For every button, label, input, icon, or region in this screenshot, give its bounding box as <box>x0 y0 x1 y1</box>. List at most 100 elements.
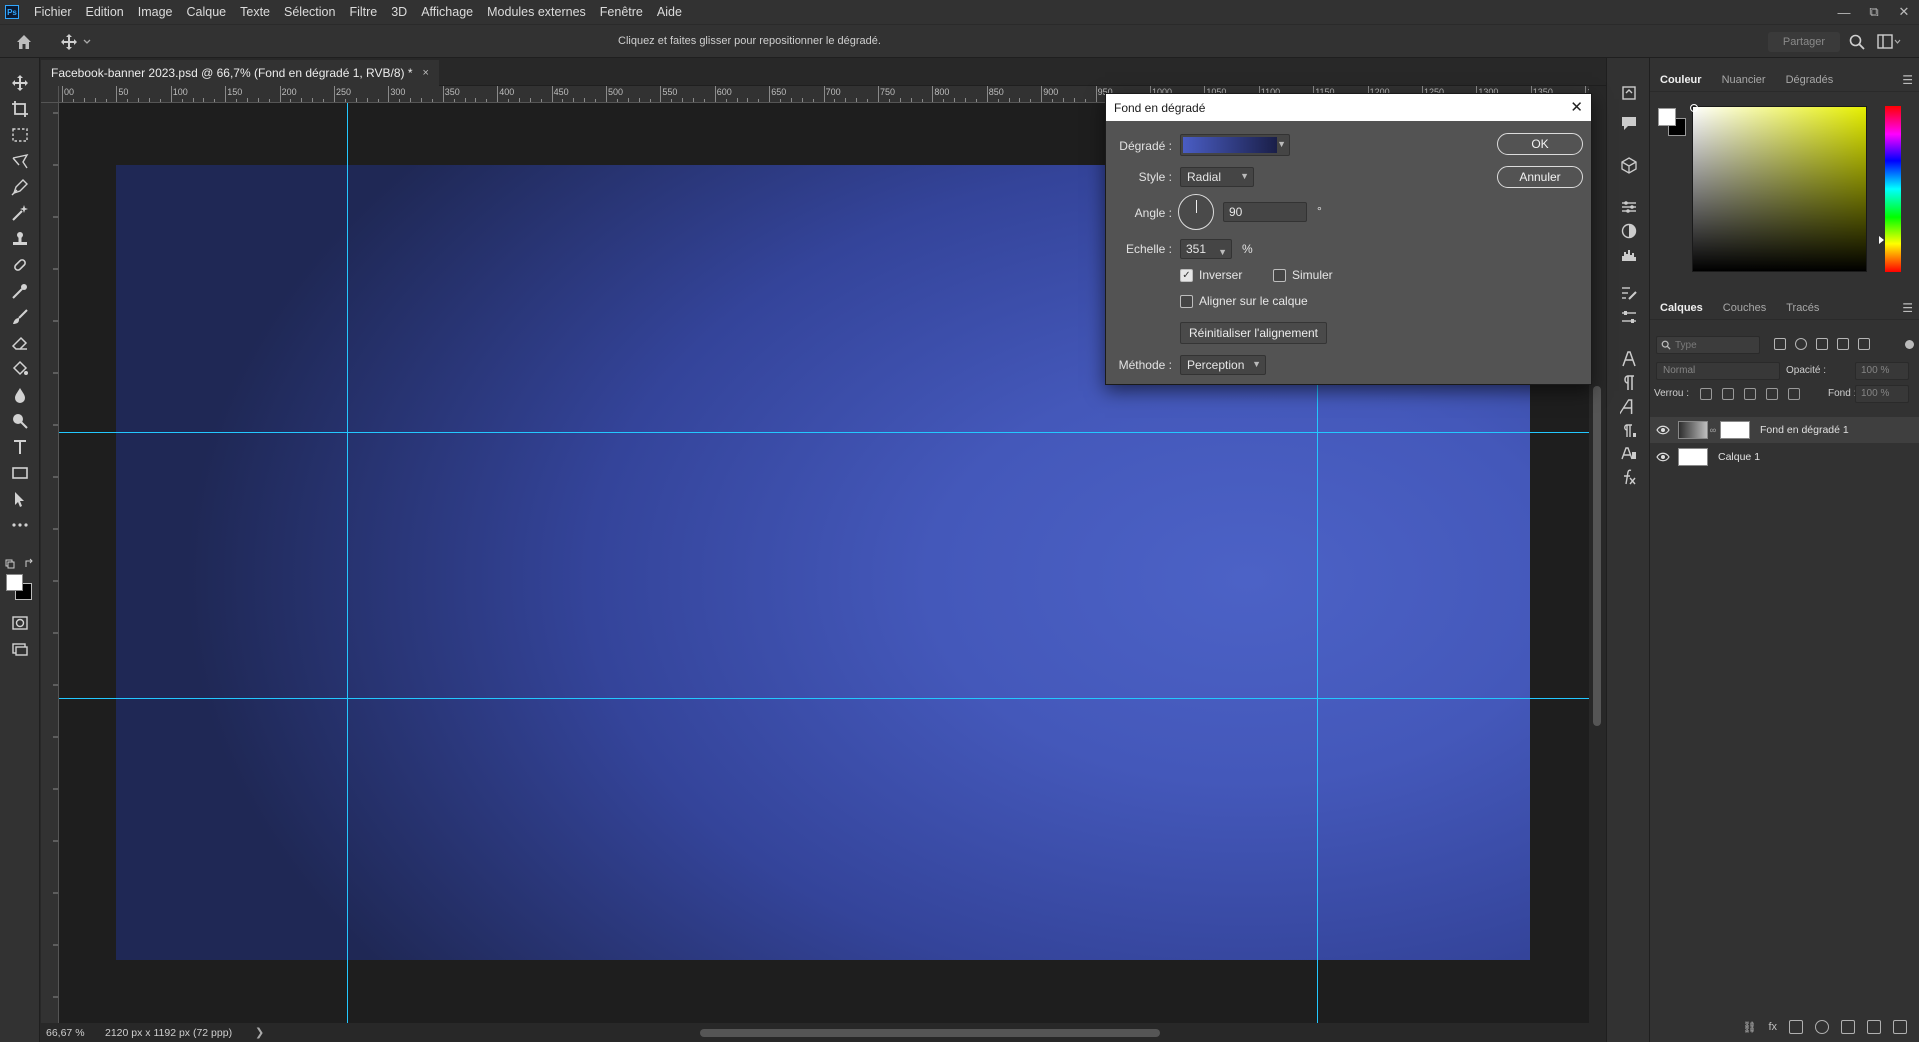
menu-3d[interactable]: 3D <box>384 0 414 24</box>
workspace-switcher-icon[interactable] <box>1877 33 1901 51</box>
lasso-tool-icon[interactable] <box>8 150 32 172</box>
blend-mode-dropdown[interactable]: Normal <box>1656 362 1780 380</box>
filter-shape-icon[interactable] <box>1837 338 1849 350</box>
lock-position-icon[interactable] <box>1744 388 1756 400</box>
fill-field[interactable]: 100 % <box>1855 385 1909 403</box>
status-menu-arrow-icon[interactable]: ❯ <box>255 1026 264 1039</box>
share-button[interactable]: Partager <box>1768 32 1840 52</box>
layer-name[interactable]: Calque 1 <box>1718 451 1760 463</box>
character-icon[interactable] <box>1620 350 1638 368</box>
brush-tool-icon[interactable] <box>8 306 32 328</box>
tab-traces[interactable]: Tracés <box>1776 302 1829 314</box>
move-tool-icon[interactable] <box>8 72 32 94</box>
layer-mask-thumbnail[interactable] <box>1720 421 1750 439</box>
move-tool-preset-icon[interactable] <box>60 33 94 51</box>
menu-image[interactable]: Image <box>131 0 180 24</box>
layer-row[interactable]: ∞ Fond en dégradé 1 <box>1650 417 1919 443</box>
hue-slider[interactable] <box>1885 106 1901 272</box>
mask-link-icon[interactable]: ∞ <box>1708 425 1718 435</box>
menu-aide[interactable]: Aide <box>650 0 689 24</box>
tab-couleur[interactable]: Couleur <box>1650 74 1712 86</box>
guide-horizontal[interactable] <box>59 698 1589 699</box>
method-dropdown[interactable]: Perception ▼ <box>1180 355 1266 375</box>
character-styles-icon[interactable] <box>1620 444 1638 462</box>
angle-dial[interactable] <box>1178 194 1214 230</box>
new-group-icon[interactable] <box>1841 1020 1855 1034</box>
home-icon[interactable] <box>14 32 34 52</box>
new-layer-icon[interactable] <box>1867 1020 1881 1034</box>
cancel-button[interactable]: Annuler <box>1497 166 1583 188</box>
tab-degrades[interactable]: Dégradés <box>1776 74 1844 86</box>
layer-row[interactable]: Calque 1 <box>1650 444 1919 470</box>
marquee-tool-icon[interactable] <box>8 124 32 146</box>
chevron-down-icon[interactable]: ▼ <box>1218 243 1227 261</box>
histogram-icon[interactable] <box>1620 246 1638 264</box>
visibility-eye-icon[interactable] <box>1650 425 1676 435</box>
magic-wand-icon[interactable] <box>8 202 32 224</box>
guide-horizontal[interactable] <box>59 432 1589 433</box>
restore-button[interactable]: ⧉ <box>1859 0 1889 24</box>
gradient-picker[interactable]: ▼ <box>1180 134 1290 156</box>
menu-fichier[interactable]: Fichier <box>27 0 79 24</box>
horizontal-scrollbar-thumb[interactable] <box>700 1029 1160 1037</box>
align-checkbox-box[interactable] <box>1180 294 1193 308</box>
paragraph-icon[interactable] <box>1620 374 1638 392</box>
dialog-title-bar[interactable]: Fond en dégradé ✕ <box>1106 94 1591 121</box>
minimize-button[interactable]: — <box>1829 0 1859 24</box>
gradient-preview[interactable] <box>1183 137 1277 153</box>
foreground-background-swatch[interactable] <box>6 574 34 602</box>
reverse-checkbox-box[interactable]: ✓ <box>1180 268 1193 282</box>
close-tab-icon[interactable]: × <box>423 67 429 79</box>
comments-icon[interactable] <box>1620 114 1638 132</box>
dither-checkbox[interactable]: Simuler <box>1273 268 1333 282</box>
panel-menu-icon[interactable]: ☰ <box>1902 73 1913 87</box>
more-tools-icon[interactable] <box>8 514 32 536</box>
hue-slider-handle[interactable] <box>1879 236 1884 244</box>
ruler-origin[interactable] <box>41 86 59 103</box>
pen-tool-icon[interactable] <box>8 176 32 198</box>
dodge-tool-icon[interactable] <box>8 410 32 432</box>
close-icon[interactable]: ✕ <box>1570 98 1583 116</box>
reset-alignment-button[interactable]: Réinitialiser l'alignement <box>1180 322 1328 344</box>
tab-couches[interactable]: Couches <box>1713 302 1776 314</box>
angle-input[interactable]: 90 <box>1223 202 1307 222</box>
menu-fenetre[interactable]: Fenêtre <box>593 0 650 24</box>
lock-transparency-icon[interactable] <box>1700 388 1712 400</box>
vertical-ruler[interactable] <box>41 103 59 1023</box>
type-tool-icon[interactable] <box>8 436 32 458</box>
paint-bucket-icon[interactable] <box>8 358 32 380</box>
delete-layer-icon[interactable] <box>1893 1020 1907 1034</box>
styles-icon[interactable] <box>1620 222 1638 240</box>
chevron-down-icon[interactable]: ▼ <box>1277 139 1286 149</box>
paragraph-styles-icon[interactable] <box>1620 422 1638 440</box>
healing-brush-icon[interactable] <box>8 254 32 276</box>
vertical-scrollbar-thumb[interactable] <box>1593 386 1601 726</box>
lock-all-icon[interactable] <box>1788 388 1800 400</box>
filter-toggle-icon[interactable] <box>1905 340 1914 349</box>
screen-mode-icon[interactable] <box>8 638 32 660</box>
opacity-field[interactable]: 100 % <box>1855 362 1909 380</box>
dither-checkbox-box[interactable] <box>1273 268 1286 282</box>
color-picker-cursor[interactable] <box>1690 104 1698 112</box>
menu-modules-externes[interactable]: Modules externes <box>480 0 593 24</box>
filter-adjustment-icon[interactable] <box>1795 338 1807 350</box>
brush-settings-icon[interactable] <box>1620 284 1638 302</box>
new-adjustment-layer-icon[interactable] <box>1815 1020 1829 1034</box>
document-tab[interactable]: Facebook-banner 2023.psd @ 66,7% (Fond e… <box>41 60 439 86</box>
add-mask-icon[interactable] <box>1789 1020 1803 1034</box>
zoom-level[interactable]: 66,67 % <box>41 1027 105 1039</box>
visibility-eye-icon[interactable] <box>1650 452 1676 462</box>
menu-selection[interactable]: Sélection <box>277 0 342 24</box>
glyphs-icon[interactable] <box>1618 398 1638 416</box>
crop-tool-icon[interactable] <box>8 98 32 120</box>
swap-colors-icon[interactable] <box>4 558 36 570</box>
stamp-tool-icon[interactable] <box>8 228 32 250</box>
link-layers-icon[interactable]: ⛓ <box>1742 1021 1756 1034</box>
tab-nuancier[interactable]: Nuancier <box>1712 74 1776 86</box>
history-icon[interactable] <box>1620 84 1638 102</box>
filter-type-icon[interactable] <box>1816 338 1828 350</box>
menu-calque[interactable]: Calque <box>180 0 234 24</box>
layer-name[interactable]: Fond en dégradé 1 <box>1760 424 1849 436</box>
layer-style-fx-icon[interactable]: fx <box>1768 1021 1777 1033</box>
style-dropdown[interactable]: Radial ▼ <box>1180 167 1254 187</box>
